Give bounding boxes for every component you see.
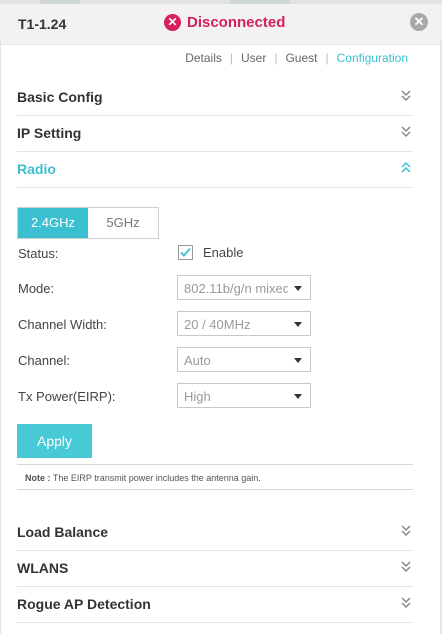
band-2-4ghz-button[interactable]: 2.4GHz <box>18 208 88 238</box>
disconnected-icon: ✕ <box>164 14 181 31</box>
section-title: Radio <box>17 161 56 177</box>
enable-label: Enable <box>203 245 244 260</box>
status-text: Disconnected <box>187 14 286 31</box>
section-radio[interactable]: Radio <box>17 152 413 188</box>
panel-header: T1-1.24 ✕ Disconnected ✕ <box>0 4 442 45</box>
double-chevron-up-icon <box>401 161 411 173</box>
section-wlans[interactable]: WLANS <box>17 551 413 587</box>
tx-power-label: Tx Power(EIRP): <box>18 389 116 404</box>
tab-bar: Details | User | Guest | Configuration <box>177 51 408 65</box>
band-selector: 2.4GHz 5GHz <box>17 207 159 239</box>
channel-label: Channel: <box>18 353 71 368</box>
double-chevron-down-icon <box>401 90 411 102</box>
panel-border-left <box>0 40 1 634</box>
connection-status: ✕ Disconnected <box>164 14 285 31</box>
note-text: The EIRP transmit power includes the ant… <box>52 473 261 483</box>
section-title: WLANS <box>17 560 69 576</box>
mode-select[interactable]: 802.11b/g/n mixed <box>177 275 311 300</box>
caret-down-icon <box>294 286 302 291</box>
double-chevron-down-icon <box>401 561 411 573</box>
caret-down-icon <box>294 322 302 327</box>
status-label: Status: <box>18 246 59 261</box>
check-icon <box>180 247 191 257</box>
caret-down-icon <box>294 394 302 399</box>
enable-checkbox[interactable] <box>178 245 193 260</box>
note-bar: Note : The EIRP transmit power includes … <box>17 464 413 490</box>
section-load-balance[interactable]: Load Balance <box>17 515 413 551</box>
close-button[interactable]: ✕ <box>410 13 428 31</box>
tab-configuration[interactable]: Configuration <box>329 51 408 65</box>
section-basic-config[interactable]: Basic Config <box>17 80 413 116</box>
tx-power-select[interactable]: High <box>177 383 311 408</box>
section-ip-setting[interactable]: IP Setting <box>17 116 413 152</box>
double-chevron-down-icon <box>401 597 411 609</box>
tx-power-value: High <box>184 389 211 404</box>
caret-down-icon <box>294 358 302 363</box>
mode-label: Mode: <box>18 281 55 296</box>
section-title: Basic Config <box>17 89 103 105</box>
tab-guest[interactable]: Guest <box>277 51 325 65</box>
note-label: Note : <box>25 473 51 483</box>
mode-value: 802.11b/g/n mixed <box>184 281 288 296</box>
channel-width-select[interactable]: 20 / 40MHz <box>177 311 311 336</box>
channel-select[interactable]: Auto <box>177 347 311 372</box>
section-title: Load Balance <box>17 524 109 540</box>
section-title: IP Setting <box>17 125 82 141</box>
section-rogue-ap-detection[interactable]: Rogue AP Detection <box>17 587 413 623</box>
double-chevron-down-icon <box>401 525 411 537</box>
band-5ghz-button[interactable]: 5GHz <box>88 208 158 238</box>
double-chevron-down-icon <box>401 126 411 138</box>
tab-user[interactable]: User <box>233 51 274 65</box>
channel-value: Auto <box>184 353 211 368</box>
channel-width-value: 20 / 40MHz <box>184 317 251 332</box>
device-name: T1-1.24 <box>18 16 67 32</box>
apply-button[interactable]: Apply <box>17 424 92 458</box>
channel-width-label: Channel Width: <box>18 317 107 332</box>
section-title: Rogue AP Detection <box>17 596 151 612</box>
tab-details[interactable]: Details <box>177 51 230 65</box>
